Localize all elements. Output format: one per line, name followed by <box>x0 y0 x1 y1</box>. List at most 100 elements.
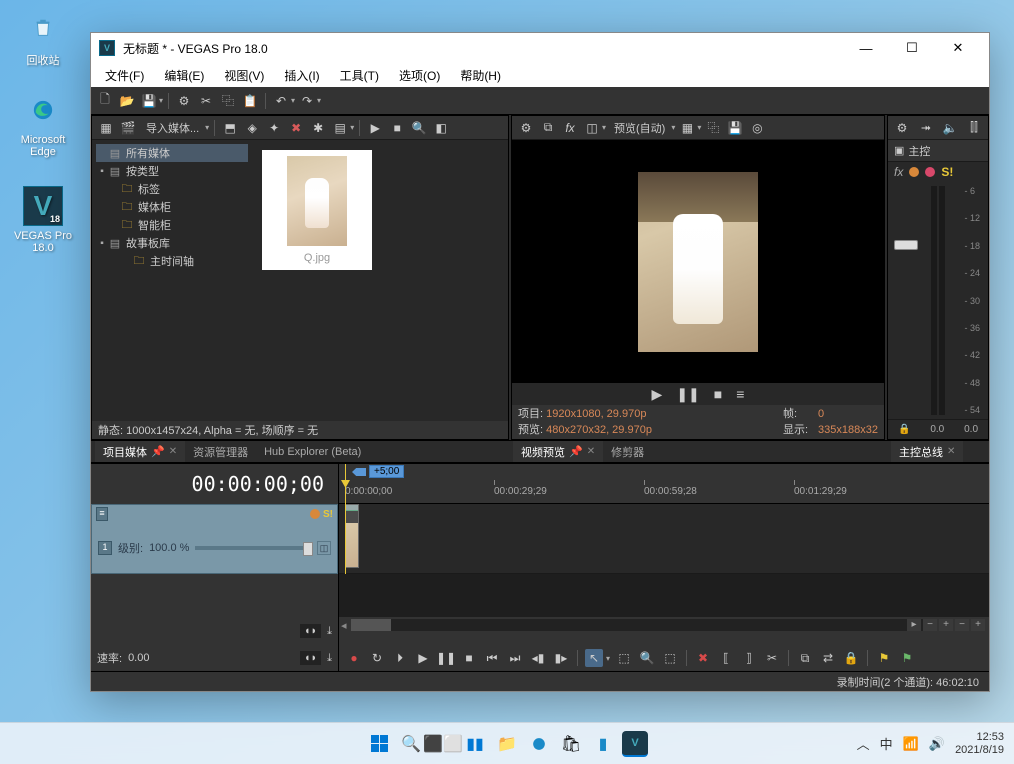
open-icon[interactable]: 📂 <box>117 91 137 111</box>
taskbar-vegas-icon[interactable]: V <box>622 731 648 757</box>
widgets-icon[interactable]: ▮▮ <box>462 731 488 757</box>
pv-copy-icon[interactable]: ⿻ <box>703 118 723 138</box>
track-solo-icon[interactable]: S! <box>323 509 333 520</box>
close-icon[interactable]: ✕ <box>169 446 177 457</box>
tree-media-bins[interactable]: 🗀媒体柜 <box>96 198 248 216</box>
desktop-icon-vegas[interactable]: V18 VEGAS Pro 18.0 <box>8 186 78 254</box>
start-button[interactable] <box>366 731 392 757</box>
tray-chevron-icon[interactable]: ︿ <box>857 734 870 753</box>
media-thumbnail[interactable]: Q.jpg <box>262 150 372 270</box>
pm-stop-icon[interactable]: ■ <box>387 118 407 138</box>
tray-volume-icon[interactable]: 🔊 <box>929 736 945 752</box>
mb-settings-icon[interactable]: ⫿⫿ <box>964 118 984 138</box>
track-level-slider[interactable] <box>195 546 311 550</box>
tab-explorer[interactable]: 资源管理器 <box>185 441 256 463</box>
close-icon[interactable]: ✕ <box>587 446 595 457</box>
record-icon[interactable]: ● <box>345 649 363 667</box>
tree-all-media[interactable]: ▤所有媒体 <box>96 144 248 162</box>
redo-icon[interactable]: ↷ <box>297 91 317 111</box>
copy-icon[interactable]: ⿻ <box>218 91 238 111</box>
pm-replace-icon[interactable]: ◈ <box>242 118 262 138</box>
tray-datetime[interactable]: 12:53 2021/8/19 <box>955 731 1004 757</box>
tree-main-timeline[interactable]: 🗀主时间轴 <box>96 252 248 270</box>
tab-trimmer[interactable]: 修剪器 <box>603 441 652 463</box>
play-start-icon[interactable]: ⏵ <box>391 649 409 667</box>
taskbar-app1-icon[interactable]: ▮ <box>590 731 616 757</box>
save-icon[interactable]: 💾 <box>139 91 159 111</box>
pm-play-icon[interactable]: ▶ <box>365 118 385 138</box>
selection-tool-icon[interactable]: ⬚ <box>615 649 633 667</box>
paste-icon[interactable]: 📋 <box>240 91 260 111</box>
trim-end-icon[interactable]: ⟧ <box>740 649 758 667</box>
pv-split-icon[interactable]: ◫ <box>582 118 602 138</box>
master-fader[interactable] <box>894 240 918 250</box>
desktop-icon-edge[interactable]: Microsoft Edge <box>8 90 78 158</box>
lock-icon[interactable]: 🔒 <box>842 649 860 667</box>
minimize-button[interactable]: — <box>843 33 889 63</box>
maximize-button[interactable]: ☐ <box>889 33 935 63</box>
taskbar-search-icon[interactable]: 🔍 <box>398 731 424 757</box>
mb-downmix-icon[interactable]: ⯮ <box>916 118 936 138</box>
pm-search-icon[interactable]: 🔍 <box>409 118 429 138</box>
scroll-thumb[interactable] <box>351 619 391 631</box>
menu-file[interactable]: 文件(F) <box>95 64 154 87</box>
pv-adjust-icon[interactable]: ◎ <box>747 118 767 138</box>
loop-icon[interactable]: ↻ <box>368 649 386 667</box>
pv-save-icon[interactable]: 💾 <box>725 118 745 138</box>
scroll-left-icon[interactable]: ◂ <box>341 619 347 632</box>
preview-pause-icon[interactable]: ❚❚ <box>676 386 699 403</box>
zoom-in-icon[interactable]: + <box>939 619 953 631</box>
go-start-icon[interactable]: ⏮ <box>483 649 501 667</box>
desktop-icon-recycle-bin[interactable]: 回收站 <box>8 8 78 68</box>
preview-quality-button[interactable]: 预览(自动) <box>608 118 671 138</box>
properties-icon[interactable]: ⚙ <box>174 91 194 111</box>
zoom-vert-out-icon[interactable]: − <box>955 619 969 631</box>
pm-get-icon[interactable]: ⬒ <box>220 118 240 138</box>
trim-start-icon[interactable]: ⟦ <box>717 649 735 667</box>
taskbar[interactable]: 🔍 ⬛⬜ ▮▮ 📁 🛍 ▮ V ︿ 中 📶 🔊 12:53 2021/8/19 <box>0 722 1014 764</box>
master-fx-icon[interactable]: fx <box>894 165 903 179</box>
task-view-icon[interactable]: ⬛⬜ <box>430 731 456 757</box>
marker-in-icon[interactable]: ⚑ <box>875 649 893 667</box>
delete-icon[interactable]: ✖ <box>694 649 712 667</box>
menu-view[interactable]: 视图(V) <box>214 64 274 87</box>
envelope-tool-icon[interactable]: ⬚ <box>661 649 679 667</box>
mb-dim-icon[interactable]: 🔈 <box>940 118 960 138</box>
media-thumbnail-area[interactable]: Q.jpg <box>252 140 508 421</box>
pin-icon[interactable]: 📌 <box>151 445 165 458</box>
snap-icon[interactable]: ⧉ <box>796 649 814 667</box>
cut-icon[interactable]: ✂ <box>196 91 216 111</box>
pv-output-fx-icon[interactable]: fx <box>560 118 580 138</box>
master-expand-icon[interactable]: ▣ <box>894 144 904 157</box>
file-explorer-icon[interactable]: 📁 <box>494 731 520 757</box>
timeline-marker[interactable]: +5;00 <box>369 465 404 478</box>
menu-help[interactable]: 帮助(H) <box>450 64 511 87</box>
tree-storyboard[interactable]: ▪▤故事板库 <box>96 234 248 252</box>
preview-viewport[interactable] <box>512 140 884 383</box>
tree-smart-bins[interactable]: 🗀智能柜 <box>96 216 248 234</box>
pm-remove-icon[interactable]: ✖ <box>286 118 306 138</box>
tab-video-preview[interactable]: 视频预览 📌 ✕ <box>513 441 603 463</box>
normal-edit-tool-icon[interactable]: ↖ <box>585 649 603 667</box>
pin-icon[interactable]: 📌 <box>569 445 583 458</box>
menu-edit[interactable]: 编辑(E) <box>154 64 214 87</box>
rate-handle-icon[interactable]: ◖◗ <box>300 651 321 665</box>
zoom-vert-in-icon[interactable]: + <box>971 619 985 631</box>
split-icon[interactable]: ✂ <box>763 649 781 667</box>
tab-hub[interactable]: Hub Explorer (Beta) <box>256 443 369 461</box>
tree-by-type[interactable]: ▪▤按类型 <box>96 162 248 180</box>
mb-prop-icon[interactable]: ⚙ <box>892 118 912 138</box>
go-end-icon[interactable]: ⏭ <box>506 649 524 667</box>
prev-frame-icon[interactable]: ◂▮ <box>529 649 547 667</box>
zoom-tool-icon[interactable]: 🔍 <box>638 649 656 667</box>
track-bypass-icon[interactable] <box>310 509 320 519</box>
video-track-header[interactable]: ≡ S! 1 级别: 100.0 % ◫ <box>91 504 338 574</box>
rate-value[interactable]: 0.00 <box>128 652 149 664</box>
preview-menu-icon[interactable]: ≡ <box>736 386 744 402</box>
timeline-empty-area[interactable] <box>339 574 989 617</box>
master-meter[interactable]: 61218 243036 424854 <box>888 182 988 419</box>
pm-prop-icon[interactable]: ▦ <box>96 118 116 138</box>
undo-icon[interactable]: ↶ <box>271 91 291 111</box>
timeline-ruler[interactable]: 0:00:00;00 00:00:29;29 00:00:59;28 00:01… <box>339 480 989 504</box>
pv-overlay-icon[interactable]: ▦ <box>677 118 697 138</box>
